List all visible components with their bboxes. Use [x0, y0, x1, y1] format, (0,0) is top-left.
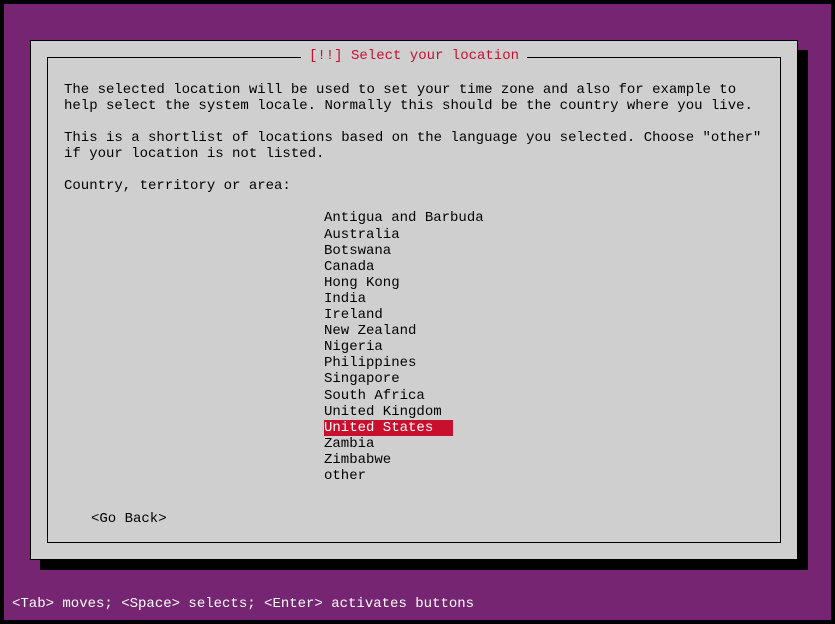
prompt-label: Country, territory or area: — [64, 178, 764, 194]
dialog-title: [!!] Select your location — [301, 48, 527, 64]
go-back-button[interactable]: <Go Back> — [91, 511, 167, 527]
location-item[interactable]: Singapore — [324, 371, 402, 387]
location-list: Antigua and BarbudaAustraliaBotswanaCana… — [324, 210, 764, 484]
location-item[interactable]: Hong Kong — [324, 275, 402, 291]
status-bar: <Tab> moves; <Space> selects; <Enter> ac… — [12, 596, 474, 612]
location-item[interactable]: New Zealand — [324, 323, 418, 339]
location-item[interactable]: Ireland — [324, 307, 385, 323]
help-text-2: This is a shortlist of locations based o… — [64, 130, 764, 162]
location-item[interactable]: India — [324, 291, 368, 307]
location-item[interactable]: Nigeria — [324, 339, 385, 355]
location-item[interactable]: South Africa — [324, 388, 427, 404]
location-item[interactable]: United Kingdom — [324, 404, 444, 420]
location-item[interactable]: Antigua and Barbuda — [324, 210, 486, 226]
location-item[interactable]: United States — [324, 420, 453, 436]
location-item[interactable]: Zimbabwe — [324, 452, 393, 468]
location-item[interactable]: Zambia — [324, 436, 376, 452]
location-item[interactable]: Canada — [324, 259, 376, 275]
location-item[interactable]: Botswana — [324, 243, 393, 259]
location-dialog: [!!] Select your location The selected l… — [30, 40, 798, 560]
dialog-content: The selected location will be used to se… — [48, 58, 780, 500]
dialog-border: [!!] Select your location The selected l… — [47, 57, 781, 543]
location-item[interactable]: Philippines — [324, 355, 418, 371]
location-item[interactable]: Australia — [324, 227, 402, 243]
help-text-1: The selected location will be used to se… — [64, 82, 764, 114]
location-item[interactable]: other — [324, 468, 368, 484]
